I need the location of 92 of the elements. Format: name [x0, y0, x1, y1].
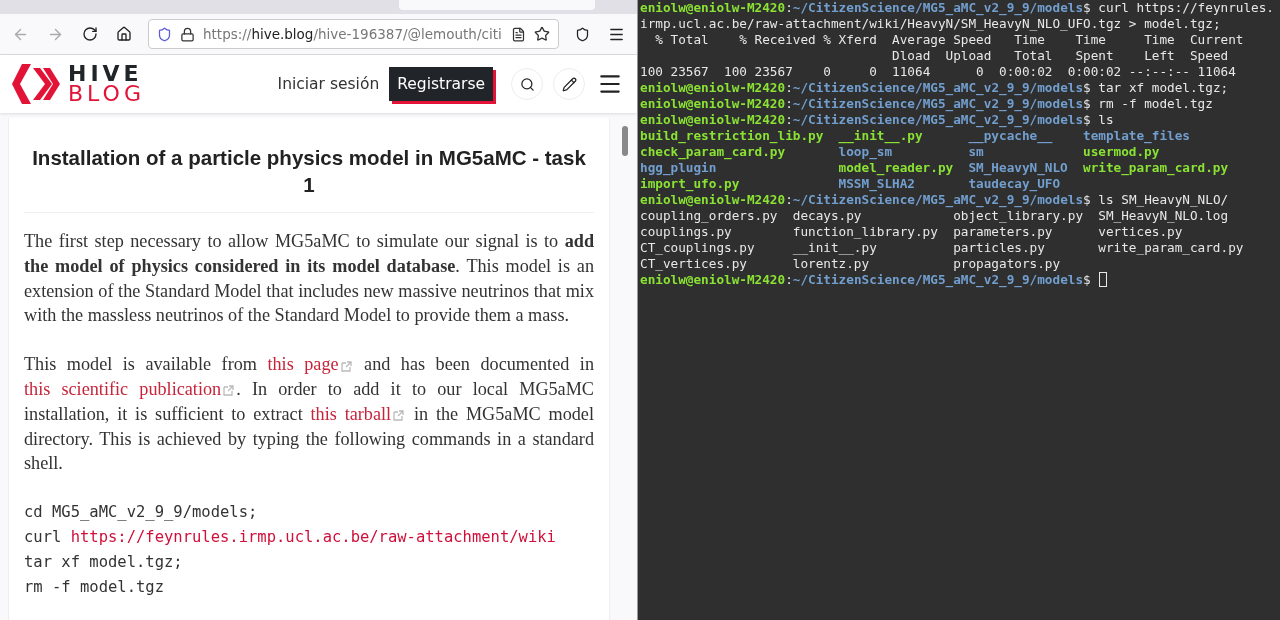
command-text: $ ls	[1083, 112, 1114, 128]
file-name: write_param_card.py	[1098, 240, 1244, 255]
file-name: __init__.py	[792, 240, 877, 255]
command-text: $ rm -f model.tgz	[1083, 96, 1213, 112]
file-name: check_param_card.py	[640, 144, 786, 159]
code-text: rm -f model.tgz	[24, 577, 164, 596]
prompt-separator: :	[785, 112, 793, 128]
command-text: $	[1083, 272, 1091, 288]
text-cursor	[1098, 272, 1107, 287]
file-name: __init__.py	[838, 128, 923, 143]
pencil-icon	[561, 76, 577, 92]
signup-button[interactable]: Registrarse	[389, 67, 493, 101]
prompt-path: ~/CitizenScience/MG5_aMC_v2_9_9/models	[792, 112, 1084, 128]
file-name: propagators.py	[953, 256, 1061, 271]
external-link-icon	[340, 360, 352, 372]
output-text: 100 23567 100 23567 0 0 11064 0 0:00:02 0:00:02 --:--:-- 11064	[640, 64, 1236, 80]
prompt-path: ~/CitizenScience/MG5_aMC_v2_9_9/models	[792, 272, 1084, 288]
paragraph: This model is available from this page and has been documented in this scientific publication . In order to add it to our local MG5aMC installation, it is sufficient to extract this tarball in the MG5aMC model directory. This is achieved by typing the following commands in a standard shell.	[24, 353, 594, 476]
file-name: model_reader.py	[838, 160, 954, 175]
file-name: object_library.py	[953, 208, 1084, 223]
login-link[interactable]: Iniciar sesión	[277, 75, 380, 93]
file-name: write_param_card.py	[1083, 160, 1229, 175]
file-name: sm	[968, 144, 984, 159]
file-name: couplings.py	[640, 224, 732, 239]
prompt-user: eniolw@eniolw-M2420	[640, 192, 786, 208]
link[interactable]: this tarball	[310, 403, 407, 424]
external-link-icon	[393, 410, 405, 422]
house-icon	[116, 26, 132, 42]
link[interactable]: this scientific publication	[24, 379, 237, 399]
shield-icon	[157, 26, 172, 42]
reader-view-icon[interactable]	[511, 26, 526, 42]
file-name: function_library.py	[792, 224, 938, 239]
command-text: $ ls SM_HeavyN_NLO/	[1083, 192, 1229, 208]
file-name: SM_HeavyN_NLO	[968, 160, 1068, 175]
lock-icon	[180, 26, 195, 42]
file-name: CT_couplings.py	[640, 240, 755, 255]
prompt-user: eniolw@eniolw-M2420	[640, 112, 786, 128]
code-link[interactable]: https://feynrules.irmp.ucl.ac.be/raw-attachment/wiki	[70, 527, 556, 546]
file-name: build_restriction_lib.py	[640, 128, 824, 143]
file-name: usermod.py	[1083, 144, 1160, 159]
code-text: tar xf model.tgz;	[24, 552, 183, 571]
output-text: irmp.ucl.ac.be/raw-attachment/wiki/HeavyN/SM_HeavyN_NLO_UFO.tgz > model.tgz;	[640, 16, 1221, 32]
file-name: particles.py	[953, 240, 1045, 255]
paragraph: The first step necessary to allow MG5aMC to simulate our signal is to add the model of physics considered in its model database. This model is an extension of the Standard Model that includes new massive neutrinos that mix with the massless neutrinos of the Standard Model to provide them a mass.	[24, 230, 594, 328]
bookmark-star-icon[interactable]	[534, 26, 550, 42]
file-name: loop_sm	[838, 144, 893, 159]
prompt-separator: :	[785, 80, 793, 96]
search-icon	[519, 76, 535, 92]
logo-text: HIVE	[68, 64, 144, 84]
file-name: decays.py	[792, 208, 862, 223]
address-field[interactable]: https://hive.blog/hive-196387/@lemouth/citi	[148, 19, 559, 49]
prompt-path: ~/CitizenScience/MG5_aMC_v2_9_9/models	[792, 192, 1084, 208]
prompt-user: eniolw@eniolw-M2420	[640, 272, 786, 288]
home-button[interactable]	[114, 24, 134, 44]
code-text: curl	[24, 527, 63, 546]
logo-text: BLOG	[68, 84, 145, 104]
prompt-path: ~/CitizenScience/MG5_aMC_v2_9_9/models	[792, 80, 1084, 96]
file-name: coupling_orders.py	[640, 208, 778, 223]
file-name: MSSM_SLHA2	[838, 176, 915, 191]
file-name: parameters.py	[953, 224, 1053, 239]
file-name: vertices.py	[1098, 224, 1183, 239]
command-text: $ curl https://feynrules.	[1083, 0, 1274, 16]
command-text: $ tar xf model.tgz;	[1083, 80, 1229, 96]
file-name: import_ufo.py	[640, 176, 740, 191]
edit-button[interactable]	[553, 68, 585, 100]
prompt-user: eniolw@eniolw-M2420	[640, 0, 786, 16]
reload-icon	[82, 26, 98, 42]
article-title: Installation of a particle physics model in MG5aMC - task 1	[24, 144, 594, 213]
file-name: template_files	[1083, 128, 1190, 143]
prompt-separator: :	[785, 272, 793, 288]
shield-icon	[575, 26, 590, 42]
scrollbar-thumb[interactable]	[622, 126, 628, 156]
file-name: taudecay_UFO	[968, 176, 1061, 191]
prompt-user: eniolw@eniolw-M2420	[640, 80, 786, 96]
prompt-separator: :	[785, 0, 793, 16]
file-name: __pycache__	[968, 128, 1053, 143]
file-name: hgg_plugin	[640, 160, 717, 175]
output-text: % Total % Received % Xferd Average Speed Time Time Time Current	[654, 32, 1244, 48]
file-name: lorentz.py	[792, 256, 870, 271]
file-name: SM_HeavyN_NLO.log	[1098, 208, 1229, 223]
prompt-user: eniolw@eniolw-M2420	[640, 96, 786, 112]
external-link-icon	[223, 385, 235, 397]
code-text: cd MG5_aMC_v2_9_9/models;	[24, 503, 258, 522]
search-button[interactable]	[511, 68, 543, 100]
link[interactable]: this page	[267, 354, 354, 375]
prompt-path: ~/CitizenScience/MG5_aMC_v2_9_9/models	[792, 0, 1084, 16]
prompt-separator: :	[785, 96, 793, 112]
file-name: CT_vertices.py	[640, 256, 747, 271]
prompt-path: ~/CitizenScience/MG5_aMC_v2_9_9/models	[792, 96, 1084, 112]
reload-button[interactable]	[80, 24, 100, 44]
output-text: Dload Upload Total Spent Left Speed	[891, 48, 1229, 64]
prompt-separator: :	[785, 192, 793, 208]
